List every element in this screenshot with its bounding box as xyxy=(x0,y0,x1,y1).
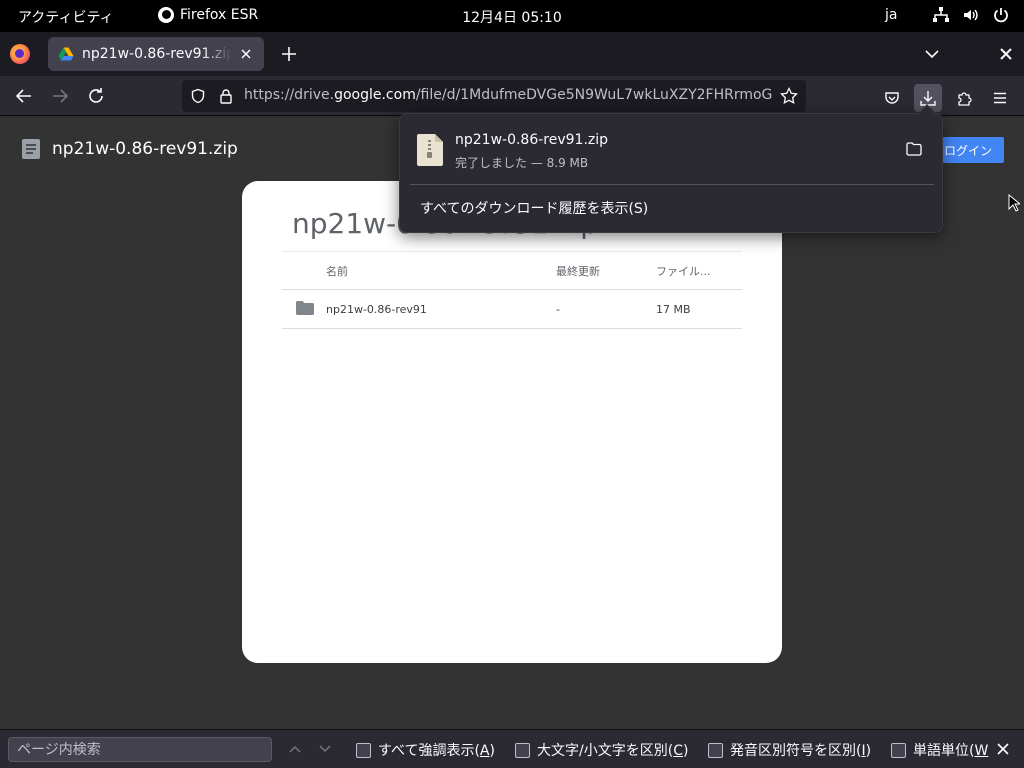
address-bar[interactable]: https://drive.google.com/file/d/1MdufmeD… xyxy=(182,80,806,112)
table-cell-icon xyxy=(282,289,326,329)
find-input[interactable] xyxy=(8,737,272,762)
match-diacritics-checkbox[interactable]: 発音区別符号を区別(I) xyxy=(708,740,871,760)
match-case-checkbox[interactable]: 大文字/小文字を区別(C) xyxy=(515,740,688,760)
system-tray[interactable] xyxy=(932,6,1010,24)
tracking-protection-icon[interactable] xyxy=(190,88,206,104)
network-icon xyxy=(933,7,949,22)
find-bar: すべて強調表示(A) 大文字/小文字を区別(C) 発音区別符号を区別(I) 単語… xyxy=(0,729,1024,768)
activities-button[interactable]: アクティビティ xyxy=(18,7,114,27)
whole-words-label: 単語単位(W xyxy=(913,740,988,760)
url-host: google.com xyxy=(334,87,416,103)
find-previous-icon[interactable] xyxy=(288,742,302,756)
option-label: 単語単位( xyxy=(913,743,975,759)
url-path: /file/d/1MdufmeDVGe5N9WuL7wkLuXZY2FHRrmo… xyxy=(415,87,773,103)
column-header-modified[interactable]: 最終更新 xyxy=(556,251,656,290)
download-file-name: np21w-0.86-rev91.zip xyxy=(455,132,609,148)
list-all-tabs-icon[interactable] xyxy=(924,46,940,62)
folder-icon xyxy=(296,300,314,315)
checkbox-box[interactable] xyxy=(708,742,723,758)
volume-icon xyxy=(964,9,978,21)
table-cell-modified: - xyxy=(556,289,656,329)
find-next-icon[interactable] xyxy=(318,742,332,756)
close-find-bar-icon[interactable] xyxy=(996,742,1010,756)
column-header-size[interactable]: ファイル... xyxy=(656,251,742,290)
firefox-icon[interactable] xyxy=(10,44,30,64)
close-window-icon[interactable] xyxy=(998,46,1014,62)
show-all-downloads-button[interactable]: すべてのダウンロード履歴を表示(S) xyxy=(420,198,648,218)
tab-google-drive[interactable]: np21w-0.86-rev91.zip - Google Drive xyxy=(48,37,264,71)
reload-icon[interactable] xyxy=(86,86,106,106)
navigation-toolbar: https://drive.google.com/file/d/1MdufmeD… xyxy=(0,76,1024,116)
extensions-button[interactable] xyxy=(950,84,978,112)
close-tab-icon[interactable] xyxy=(238,46,254,62)
puzzle-icon xyxy=(958,92,972,106)
forward-icon[interactable] xyxy=(50,86,70,106)
back-icon[interactable] xyxy=(14,86,34,106)
highlight-all-label: すべて強調表示(A) xyxy=(378,740,495,760)
google-drive-icon xyxy=(58,47,74,61)
open-folder-icon[interactable] xyxy=(906,142,922,156)
option-label: 大文字/小文字を区別( xyxy=(537,743,674,759)
highlight-all-checkbox[interactable]: すべて強調表示(A) xyxy=(356,740,495,760)
zip-file-icon xyxy=(417,134,443,166)
app-name: Firefox ESR xyxy=(180,7,259,23)
power-icon xyxy=(994,8,1008,23)
tab-title: np21w-0.86-rev91.zip - Google Drive xyxy=(82,46,232,62)
pocket-icon xyxy=(885,92,899,104)
column-header-name[interactable]: 名前 xyxy=(326,251,556,290)
url-text[interactable]: https://drive.google.com/file/d/1MdufmeD… xyxy=(244,87,774,103)
file-name: np21w-0.86-rev91.zip xyxy=(52,139,238,159)
option-label: すべて強調表示( xyxy=(378,743,480,759)
mouse-pointer-icon xyxy=(1008,194,1020,212)
input-method-indicator[interactable]: ja xyxy=(885,7,897,23)
option-suffix: ) xyxy=(865,743,872,759)
checkbox-box[interactable] xyxy=(515,742,530,758)
panel-divider xyxy=(410,184,934,185)
access-key: W xyxy=(974,743,989,759)
bookmark-star-icon[interactable] xyxy=(780,87,798,105)
gnome-top-bar: アクティビティ Firefox ESR 12月4日 05:10 ja xyxy=(0,0,1024,32)
hamburger-menu-icon xyxy=(994,92,1006,104)
match-case-label: 大文字/小文字を区別(C) xyxy=(537,740,688,760)
checkbox-box[interactable] xyxy=(356,742,371,758)
whole-words-checkbox[interactable]: 単語単位(W xyxy=(891,740,988,760)
pocket-button[interactable] xyxy=(878,84,906,112)
archive-contents-table: 名前 最終更新 ファイル... np21w-0.86-rev91 - 17 MB xyxy=(282,251,742,329)
table-header-icon-col xyxy=(282,251,326,290)
file-header: np21w-0.86-rev91.zip xyxy=(22,139,238,159)
url-prefix: https://drive. xyxy=(244,87,335,103)
option-suffix: ) xyxy=(489,743,495,759)
app-menu-button[interactable] xyxy=(986,84,1014,112)
table-row[interactable]: np21w-0.86-rev91 - 17 MB xyxy=(282,289,742,329)
app-menu[interactable]: Firefox ESR xyxy=(158,7,258,23)
option-suffix: ) xyxy=(682,743,689,759)
table-header-row: 名前 最終更新 ファイル... xyxy=(282,251,742,290)
access-key: A xyxy=(479,743,490,759)
document-icon xyxy=(22,139,40,159)
download-icon xyxy=(920,91,936,106)
downloads-panel: np21w-0.86-rev91.zip 完了しました — 8.9 MB すべて… xyxy=(399,104,943,233)
firefox-icon xyxy=(158,7,174,23)
download-item[interactable]: np21w-0.86-rev91.zip 完了しました — 8.9 MB xyxy=(408,122,934,178)
tab-strip: np21w-0.86-rev91.zip - Google Drive xyxy=(0,32,1024,76)
download-status: 完了しました — 8.9 MB xyxy=(455,156,589,170)
lock-icon[interactable] xyxy=(218,88,234,104)
file-preview-card: np21w-0.86-rev91.zip 名前 最終更新 ファイル... np2… xyxy=(242,181,782,663)
table-cell-size: 17 MB xyxy=(656,289,742,329)
checkbox-box[interactable] xyxy=(891,742,906,758)
option-label: 発音区別符号を区別( xyxy=(730,743,862,759)
match-diacritics-label: 発音区別符号を区別(I) xyxy=(730,740,871,760)
new-tab-icon[interactable] xyxy=(280,45,298,63)
access-key: C xyxy=(673,743,683,759)
table-cell-name: np21w-0.86-rev91 xyxy=(326,289,556,329)
clock[interactable]: 12月4日 05:10 xyxy=(0,7,1024,27)
